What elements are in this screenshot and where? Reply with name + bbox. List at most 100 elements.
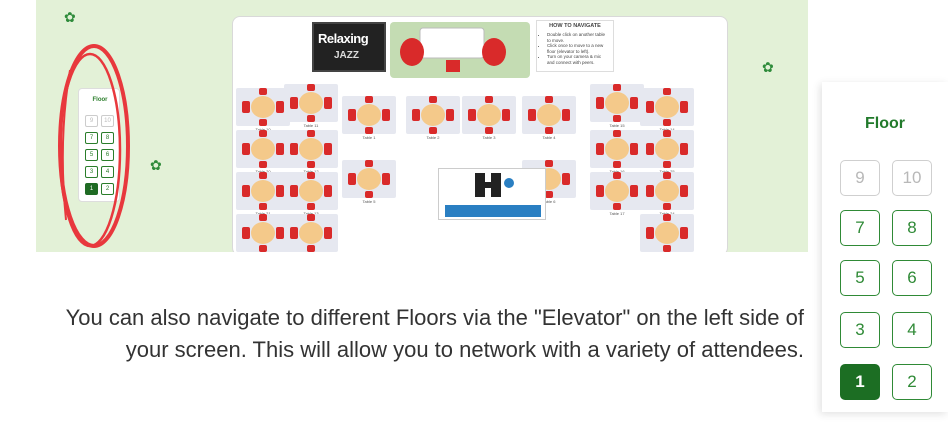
chair-icon [613, 161, 621, 168]
floor-button-4[interactable]: 4 [892, 312, 932, 348]
nav-item: Double click on another table to move. [547, 32, 609, 43]
chair-icon [382, 109, 390, 121]
table-top [537, 104, 561, 126]
chair-icon [365, 127, 373, 134]
table-top [655, 96, 679, 118]
chair-icon [646, 101, 654, 113]
chair-icon [663, 172, 671, 179]
chair-icon [307, 172, 315, 179]
chair-icon [290, 227, 298, 239]
table-marker[interactable]: Table 24 [640, 172, 694, 220]
floor-button-2[interactable]: 2 [892, 364, 932, 400]
sponsor-banner [438, 168, 546, 220]
table-marker[interactable]: Table 5 [342, 160, 396, 208]
chair-icon [307, 161, 315, 168]
table-marker[interactable]: Table 21 [236, 172, 290, 220]
chair-icon [348, 173, 356, 185]
table-top [605, 180, 629, 202]
how-to-navigate-panel: HOW TO NAVIGATE Double click on another … [536, 20, 614, 72]
floor-button-6[interactable]: 6 [892, 260, 932, 296]
nav-item: Turn on your camera & mic and connect wi… [547, 54, 609, 65]
table-top [357, 104, 381, 126]
table-top [251, 138, 275, 160]
table-top [299, 222, 323, 244]
chair-icon [596, 97, 604, 109]
table-top [421, 104, 445, 126]
table-top [299, 92, 323, 114]
chair-icon [446, 109, 454, 121]
chair-icon [630, 185, 638, 197]
chair-icon [324, 227, 332, 239]
chair-icon [663, 119, 671, 126]
chair-icon [259, 88, 267, 95]
nav-title: HOW TO NAVIGATE [549, 23, 601, 29]
table-label: Table 5 [362, 199, 376, 204]
table-marker[interactable]: Table 2 [406, 96, 460, 144]
table-marker[interactable]: Table 4 [522, 96, 576, 144]
floor-button-8[interactable]: 8 [892, 210, 932, 246]
chair-icon [242, 185, 250, 197]
table-marker[interactable]: Table 20 [236, 130, 290, 178]
elevator-panel: Floor 9 10 7 8 5 6 3 4 1 2 [822, 82, 948, 412]
chair-icon [562, 109, 570, 121]
table-marker[interactable]: Table 25 [640, 130, 694, 178]
chair-icon [307, 84, 315, 91]
chair-icon [259, 172, 267, 179]
table-marker[interactable]: Table 15 [590, 84, 644, 132]
stage-graphic [400, 27, 506, 72]
chair-icon [365, 96, 373, 103]
chair-icon [307, 214, 315, 221]
chair-icon [663, 245, 671, 252]
instruction-caption: You can also navigate to different Floor… [65, 305, 804, 362]
table-label: Table 11 [303, 123, 319, 128]
chair-icon [613, 203, 621, 210]
floor-button-7[interactable]: 7 [840, 210, 880, 246]
plant-icon: ✿ [64, 9, 76, 25]
venue-screenshot: ✿ ✿ ✿ ✿ ✿ Relaxing JAZZ HOW TO NAVIGATE … [36, 0, 808, 252]
chair-icon [290, 185, 298, 197]
sponsor-logo [475, 173, 514, 197]
chair-icon [412, 109, 420, 121]
video-subtitle: JAZZ [334, 50, 359, 61]
plant-icon: ✿ [150, 157, 162, 173]
floor-button-3[interactable]: 3 [840, 312, 880, 348]
chair-icon [259, 203, 267, 210]
table-top [655, 138, 679, 160]
video-title: Relaxing [318, 31, 369, 46]
chair-icon [545, 160, 553, 167]
table-label: Table 3 [482, 135, 496, 140]
chair-icon [365, 160, 373, 167]
table-top [357, 168, 381, 190]
chair-icon [485, 127, 493, 134]
table-marker[interactable]: Table 18 [284, 214, 338, 252]
chair-icon [663, 130, 671, 137]
chair-icon [562, 173, 570, 185]
table-marker[interactable]: Table 22 [236, 214, 290, 252]
floor-button-5[interactable]: 5 [840, 260, 880, 296]
table-marker[interactable]: Table 16 [590, 130, 644, 178]
chair-icon [259, 214, 267, 221]
video-player[interactable]: Relaxing JAZZ [312, 22, 386, 72]
chair-icon [290, 143, 298, 155]
chair-icon [485, 96, 493, 103]
chair-icon [259, 119, 267, 126]
chair-icon [613, 130, 621, 137]
floor-button-1[interactable]: 1 [840, 364, 880, 400]
chair-icon [348, 109, 356, 121]
chair-icon [680, 227, 688, 239]
chair-icon [680, 185, 688, 197]
table-marker[interactable]: Table 12 [284, 130, 338, 178]
table-marker[interactable]: Table 10 [236, 88, 290, 136]
table-marker[interactable]: Table 11 [284, 84, 338, 132]
table-marker[interactable]: Table 17 [590, 172, 644, 220]
chair-icon [545, 96, 553, 103]
table-marker[interactable]: Table 14 [640, 88, 694, 136]
table-marker[interactable]: Table 1 [342, 96, 396, 144]
table-marker[interactable]: Table 13 [284, 172, 338, 220]
chair-icon [429, 127, 437, 134]
table-marker[interactable]: Table 27 [640, 214, 694, 252]
chair-icon [307, 115, 315, 122]
table-marker[interactable]: Table 3 [462, 96, 516, 144]
chair-icon [259, 130, 267, 137]
chair-icon [259, 245, 267, 252]
